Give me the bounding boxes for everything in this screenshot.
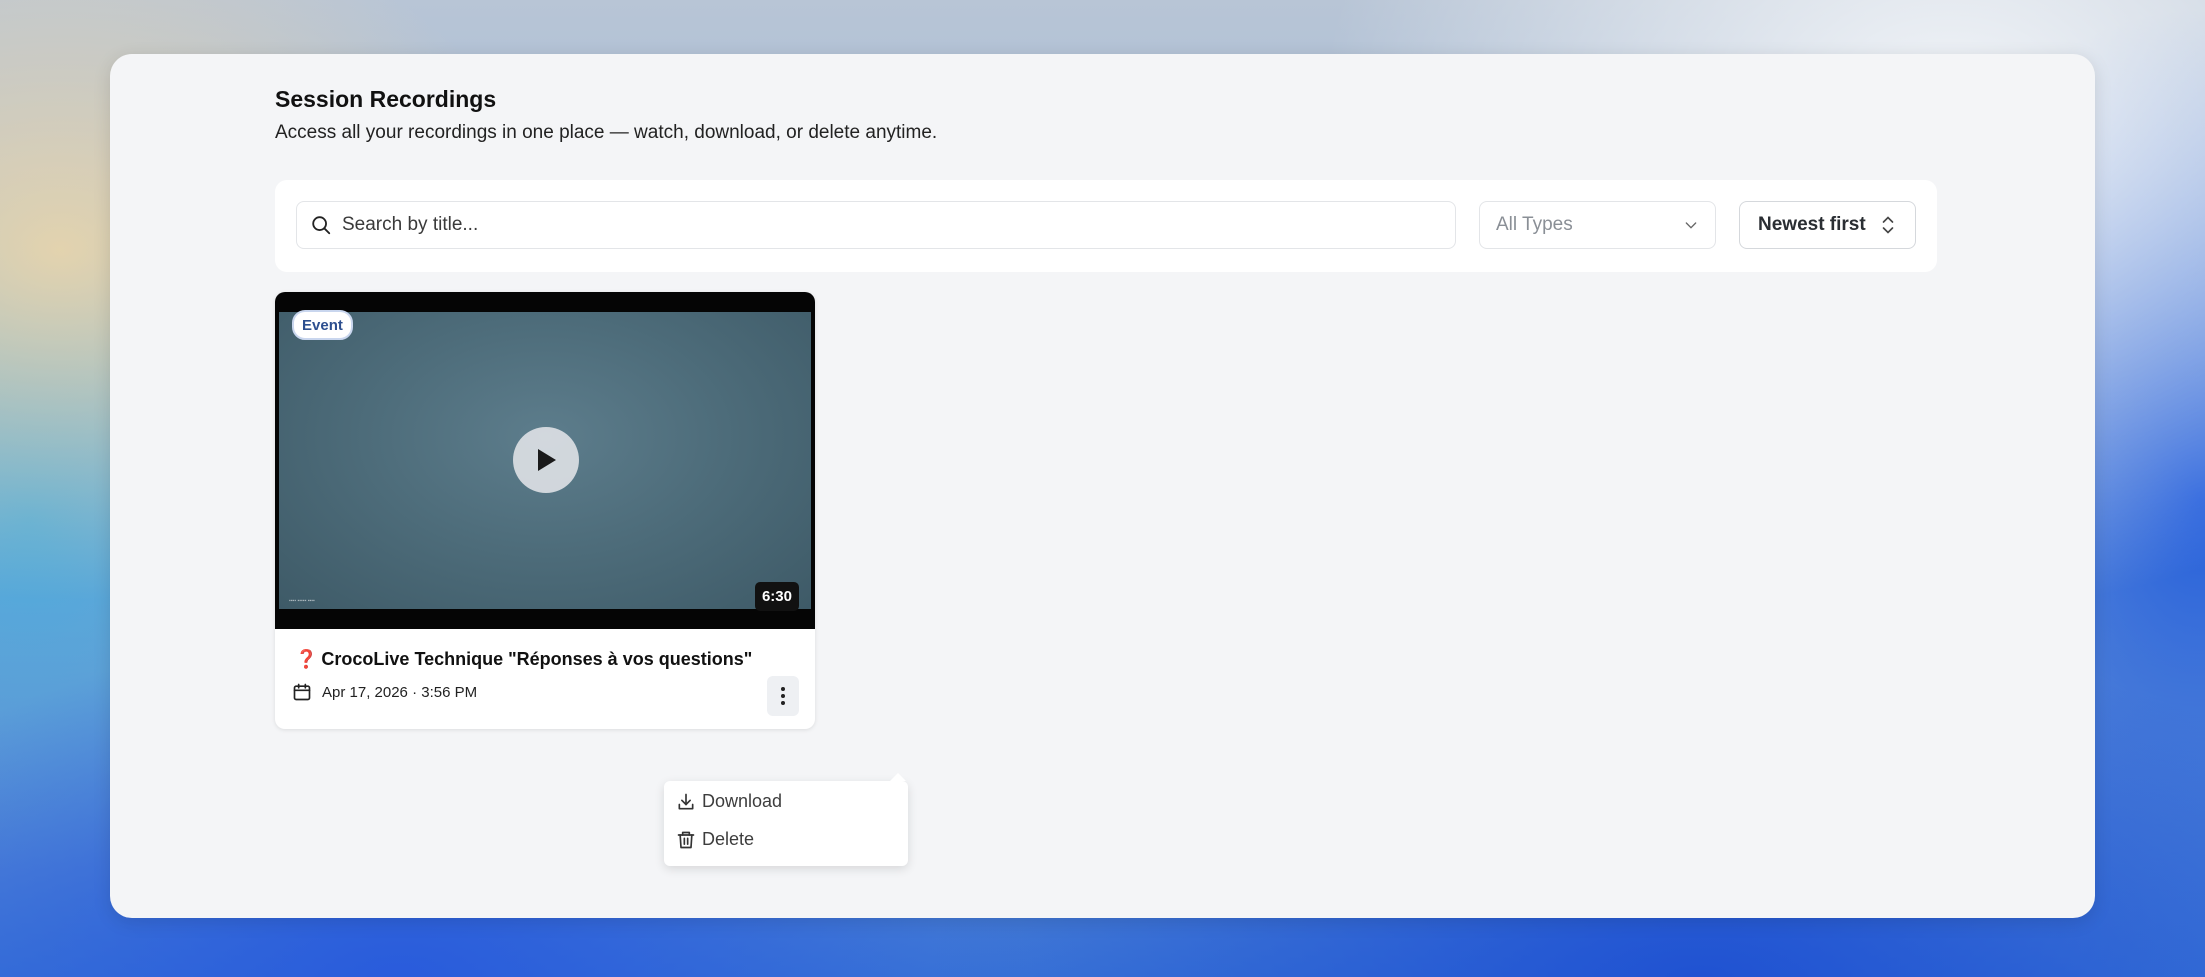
type-filter-select[interactable]: All Types bbox=[1479, 201, 1716, 249]
recording-card[interactable]: ▪▪▪▪ ▪▪▪▪▪ ▪▪▪▪ Event 6:30 ❓ CrocoLive T… bbox=[275, 292, 815, 729]
calendar-icon bbox=[293, 683, 311, 701]
more-options-button[interactable] bbox=[767, 676, 799, 716]
type-badge: Event bbox=[292, 310, 353, 340]
recording-date-row: Apr 17, 2026 · 3:56 PM bbox=[292, 682, 477, 702]
recording-date: Apr 17, 2026 · 3:56 PM bbox=[322, 683, 478, 701]
thumbnail-caption: ▪▪▪▪ ▪▪▪▪▪ ▪▪▪▪ bbox=[289, 598, 315, 604]
menu-item-delete[interactable]: Delete bbox=[676, 829, 754, 850]
recordings-panel: Session Recordings Access all your recor… bbox=[110, 54, 2095, 918]
search-icon bbox=[312, 216, 331, 235]
chevron-down-icon bbox=[1685, 222, 1697, 229]
filter-bar: All Types Newest first bbox=[275, 180, 1937, 272]
vertical-ellipsis-icon bbox=[781, 687, 785, 705]
menu-item-download[interactable]: Download bbox=[676, 791, 782, 812]
sort-button[interactable]: Newest first bbox=[1739, 201, 1916, 249]
search-field[interactable] bbox=[296, 201, 1456, 249]
duration-badge: 6:30 bbox=[754, 582, 799, 611]
chevron-up-down-icon bbox=[1882, 216, 1894, 234]
page-title: Session Recordings bbox=[275, 86, 497, 112]
trash-icon bbox=[677, 831, 695, 848]
page-subtitle: Access all your recordings in one place … bbox=[275, 122, 938, 143]
recording-title: CrocoLive Technique "Réponses à vos ques… bbox=[321, 649, 753, 669]
delete-label: Delete bbox=[702, 829, 755, 849]
download-icon bbox=[678, 793, 694, 809]
video-thumbnail[interactable]: ▪▪▪▪ ▪▪▪▪▪ ▪▪▪▪ Event 6:30 bbox=[275, 292, 815, 629]
download-label: Download bbox=[702, 791, 783, 811]
play-icon bbox=[538, 449, 556, 471]
recording-title-row[interactable]: ❓ CrocoLive Technique "Réponses à vos qu… bbox=[295, 649, 752, 670]
type-filter-value: All Types bbox=[1496, 214, 1573, 235]
question-mark-icon: ❓ bbox=[295, 649, 318, 669]
play-button[interactable] bbox=[513, 427, 579, 493]
search-input[interactable] bbox=[340, 213, 1424, 237]
recording-context-menu: Download Delete bbox=[664, 773, 908, 866]
sort-label: Newest first bbox=[1758, 214, 1866, 235]
